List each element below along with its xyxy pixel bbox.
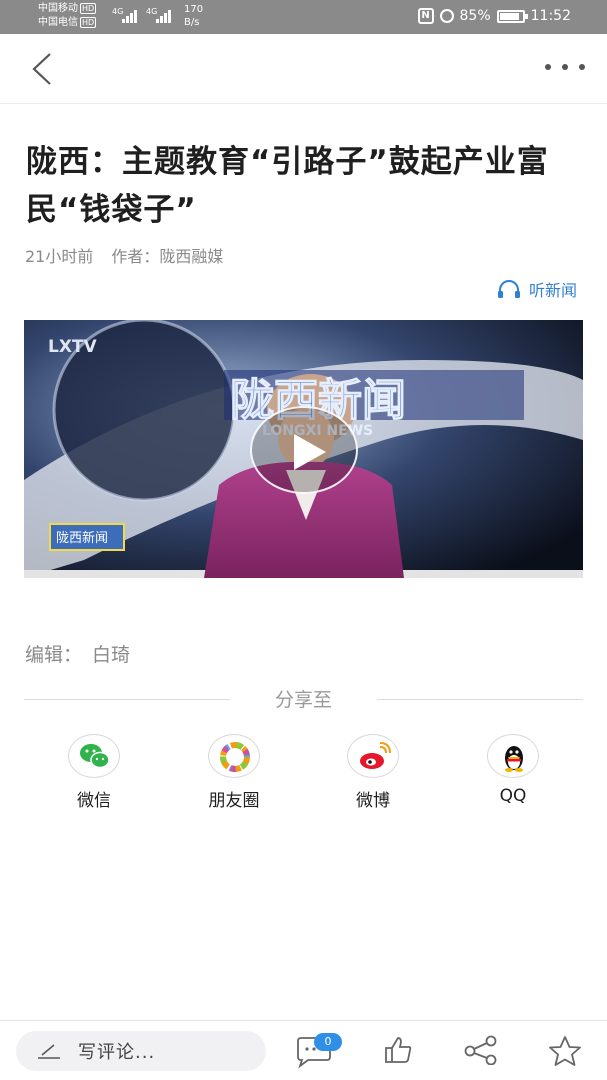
signal-icon — [122, 9, 144, 23]
play-button[interactable] — [250, 406, 358, 494]
carrier-2: 中国电信 — [38, 17, 78, 28]
more-horizontal-icon[interactable] — [545, 64, 585, 74]
pen-icon — [38, 1044, 60, 1059]
editor-label: 编辑： — [25, 644, 83, 666]
weibo-icon — [347, 734, 399, 778]
battery-percent: 85% — [459, 8, 491, 24]
share-wechat-button[interactable]: 微信 — [44, 734, 144, 811]
headphones-icon — [497, 280, 520, 298]
status-bar: 中国移动 HD 中国电信 HD 4G 4G 170 B/s N 85% 11:52 — [0, 0, 607, 34]
hd-badge-1: HD — [80, 3, 97, 14]
comment-placeholder: 写评论... — [78, 1042, 156, 1063]
publish-time: 21小时前 — [25, 247, 94, 266]
article-meta: 21小时前 作者：陇西融媒 — [25, 243, 223, 267]
divider — [377, 699, 583, 700]
share-label: 朋友圈 — [208, 791, 260, 811]
editor-name: 白琦 — [92, 644, 131, 666]
editor-line: 编辑： 白琦 — [25, 640, 130, 667]
share-heading-label: 分享至 — [274, 689, 332, 711]
battery-icon — [496, 9, 528, 23]
chevron-left-icon[interactable] — [28, 52, 58, 86]
qq-icon — [487, 734, 539, 778]
video-corner-label: 陇西新闻 — [56, 530, 108, 546]
share-icon[interactable] — [464, 1035, 498, 1065]
share-label: 微信 — [77, 791, 111, 811]
network-speed: 170 B/s — [184, 3, 203, 29]
hd-badge-2: HD — [80, 17, 97, 28]
carrier-1: 中国移动 — [38, 3, 78, 14]
share-heading: 分享至 — [24, 686, 583, 714]
channel-logo: LXTV — [48, 337, 98, 357]
speed-unit: B/s — [184, 17, 200, 28]
like-icon[interactable] — [383, 1035, 413, 1065]
share-label: QQ — [499, 786, 527, 806]
star-icon[interactable] — [548, 1035, 582, 1067]
speed-value: 170 — [184, 4, 204, 15]
moments-icon — [208, 734, 260, 778]
listen-news-button[interactable]: 听新闻 — [497, 277, 577, 301]
listen-label: 听新闻 — [528, 281, 577, 300]
nfc-icon: N — [417, 8, 434, 24]
share-moments-button[interactable]: 朋友圈 — [184, 734, 284, 811]
share-label: 微博 — [356, 791, 390, 811]
comment-count-badge: 0 — [314, 1033, 342, 1051]
wechat-icon — [68, 734, 120, 778]
share-weibo-button[interactable]: 微博 — [323, 734, 423, 811]
article-title: 陇西：主题教育“引路子”鼓起产业富民“钱袋子” — [26, 144, 549, 228]
alarm-icon — [439, 9, 454, 23]
comment-input[interactable]: 写评论... — [16, 1031, 266, 1071]
bottom-bar: 写评论... 0 — [0, 1020, 607, 1080]
status-right: N 85% 11:52 — [417, 8, 571, 24]
carrier-info: 中国移动 HD 中国电信 HD — [38, 2, 97, 30]
nav-bar — [0, 34, 607, 104]
share-qq-button[interactable]: QQ — [463, 734, 563, 806]
clock: 11:52 — [530, 8, 571, 24]
author: 作者：陇西融媒 — [111, 247, 224, 266]
signal-icon — [156, 9, 178, 23]
